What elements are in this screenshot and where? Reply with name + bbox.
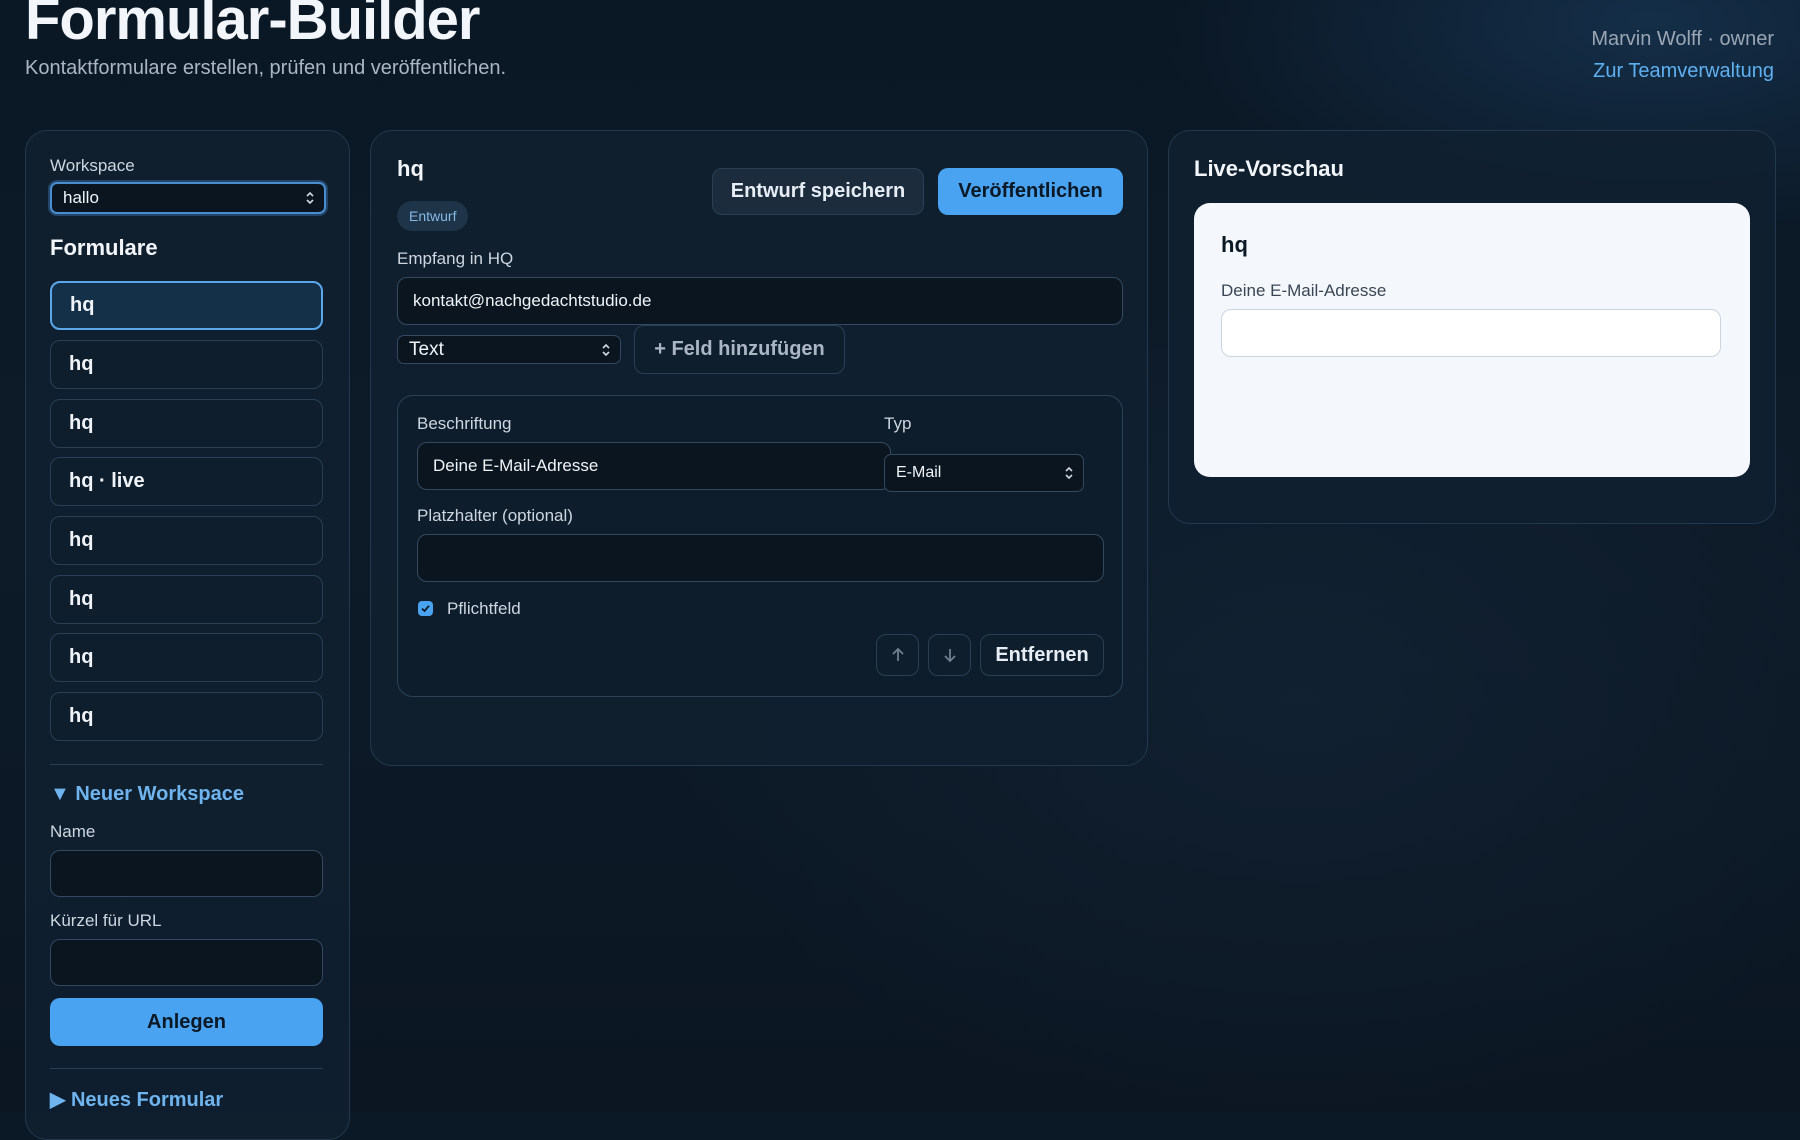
form-list-item[interactable]: hq [50,340,323,389]
save-draft-button[interactable]: Entwurf speichern [712,168,924,215]
move-down-button[interactable] [928,634,971,676]
page-subtitle: Kontaktformulare erstellen, prüfen und v… [25,57,507,79]
form-list-item[interactable]: hq [50,575,323,624]
add-field-button[interactable]: + Feld hinzufügen [634,325,845,374]
workspace-slug-label: Kürzel für URL [50,911,162,930]
preview-form-title: hq [1221,232,1248,257]
field-type-select[interactable]: E-Mail [884,454,1084,492]
field-label-input[interactable] [417,442,891,490]
form-list-item[interactable]: hq [50,516,323,565]
form-name-heading: hq [397,156,424,181]
required-label: Pflichtfeld [447,599,521,618]
workspace-select[interactable]: hallo [50,182,326,214]
recipient-email-input[interactable] [397,277,1123,325]
preview-field-label: Deine E-Mail-Adresse [1221,281,1387,300]
user-name-role: Marvin Wolff · owner [1591,28,1774,50]
placeholder-input[interactable] [417,534,1104,582]
user-info: Marvin Wolff · owner Zur Teamverwaltung [1591,28,1774,83]
remove-field-button[interactable]: Entfernen [980,634,1104,676]
workspace-name-input[interactable] [50,850,323,897]
page-title: Formular-Builder [25,0,480,52]
arrow-down-icon [943,649,956,663]
sidebar-divider [50,1068,323,1069]
chevron-updown-icon [602,343,610,356]
sidebar-divider [50,764,323,765]
sidebar-panel: Workspace hallo Formulare hq hq hq hq · … [25,130,350,1140]
form-list-item[interactable]: hq [50,399,323,448]
new-field-type-select[interactable]: Text [397,335,621,364]
new-field-type-value: Text [409,338,444,360]
form-list-item[interactable]: hq [50,692,323,741]
new-workspace-toggle[interactable]: ▼ Neuer Workspace [50,783,244,806]
checkmark-icon [421,605,430,613]
publish-button[interactable]: Veröffentlichen [938,168,1123,215]
field-type-caption: Typ [884,414,912,433]
team-management-link[interactable]: Zur Teamverwaltung [1591,60,1774,83]
create-workspace-button[interactable]: Anlegen [50,998,323,1046]
form-list-item[interactable]: hq [50,633,323,682]
workspace-select-value: hallo [63,188,99,207]
workspace-slug-input[interactable] [50,939,323,986]
forms-heading: Formulare [50,235,158,260]
field-card: Beschriftung Typ E-Mail Platzhalter (opt… [397,395,1123,697]
arrow-up-icon [891,647,904,661]
workspace-name-label: Name [50,822,96,841]
move-up-button[interactable] [876,634,919,676]
form-list-item[interactable]: hq [50,281,323,330]
field-type-value: E-Mail [896,464,942,481]
preview-form-card: hq Deine E-Mail-Adresse [1194,203,1750,477]
status-badge: Entwurf [397,201,469,231]
chevron-updown-icon [306,191,314,205]
recipient-label: Empfang in HQ [397,249,514,268]
preview-email-input[interactable] [1221,309,1721,357]
new-form-toggle[interactable]: ▶ Neues Formular [50,1087,223,1112]
form-list-item[interactable]: hq · live [50,457,323,506]
field-label-caption: Beschriftung [417,414,512,433]
chevron-updown-icon [1065,466,1073,480]
preview-panel: Live-Vorschau hq Deine E-Mail-Adresse [1168,130,1776,524]
workspace-label: Workspace [50,156,135,175]
placeholder-caption: Platzhalter (optional) [417,506,573,525]
required-checkbox[interactable] [418,601,433,616]
preview-heading: Live-Vorschau [1194,156,1344,181]
editor-panel: hq Entwurf Entwurf speichern Veröffentli… [370,130,1148,766]
